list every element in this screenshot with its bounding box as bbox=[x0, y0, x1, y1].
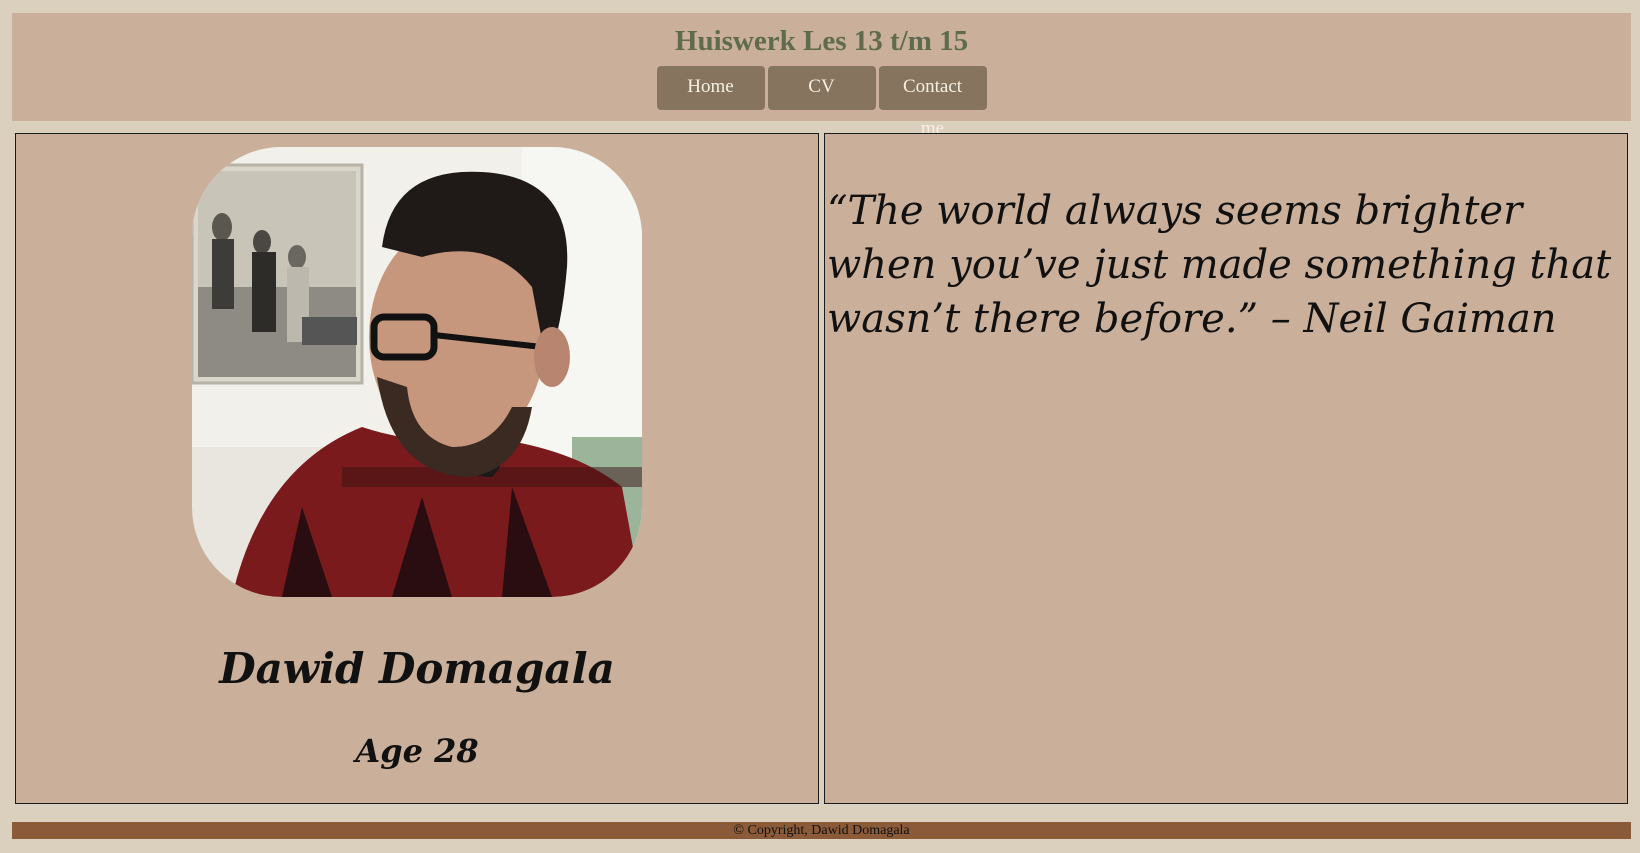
nav-cv-button[interactable]: CV bbox=[767, 66, 876, 110]
profile-panel: Dawid Domagala Age 28 bbox=[15, 133, 819, 804]
profile-age: Age 28 bbox=[355, 732, 479, 770]
nav-home-button[interactable]: Home bbox=[656, 66, 765, 110]
quote-panel: “The world always seems brighter when yo… bbox=[824, 133, 1628, 804]
profile-photo-image bbox=[192, 147, 642, 597]
profile-name: Dawid Domagala bbox=[219, 644, 615, 693]
quote-text: “The world always seems brighter when yo… bbox=[827, 188, 1612, 342]
main-nav: Home CV Contact me bbox=[12, 66, 1631, 139]
nav-contact-button[interactable]: Contact me bbox=[878, 66, 987, 139]
profile-photo bbox=[192, 147, 642, 597]
footer-copyright: © Copyright, Dawid Domagala bbox=[12, 822, 1631, 839]
page-title: Huiswerk Les 13 t/m 15 bbox=[674, 25, 969, 57]
site-header: Huiswerk Les 13 t/m 15 Home CV Contact m… bbox=[12, 13, 1631, 139]
